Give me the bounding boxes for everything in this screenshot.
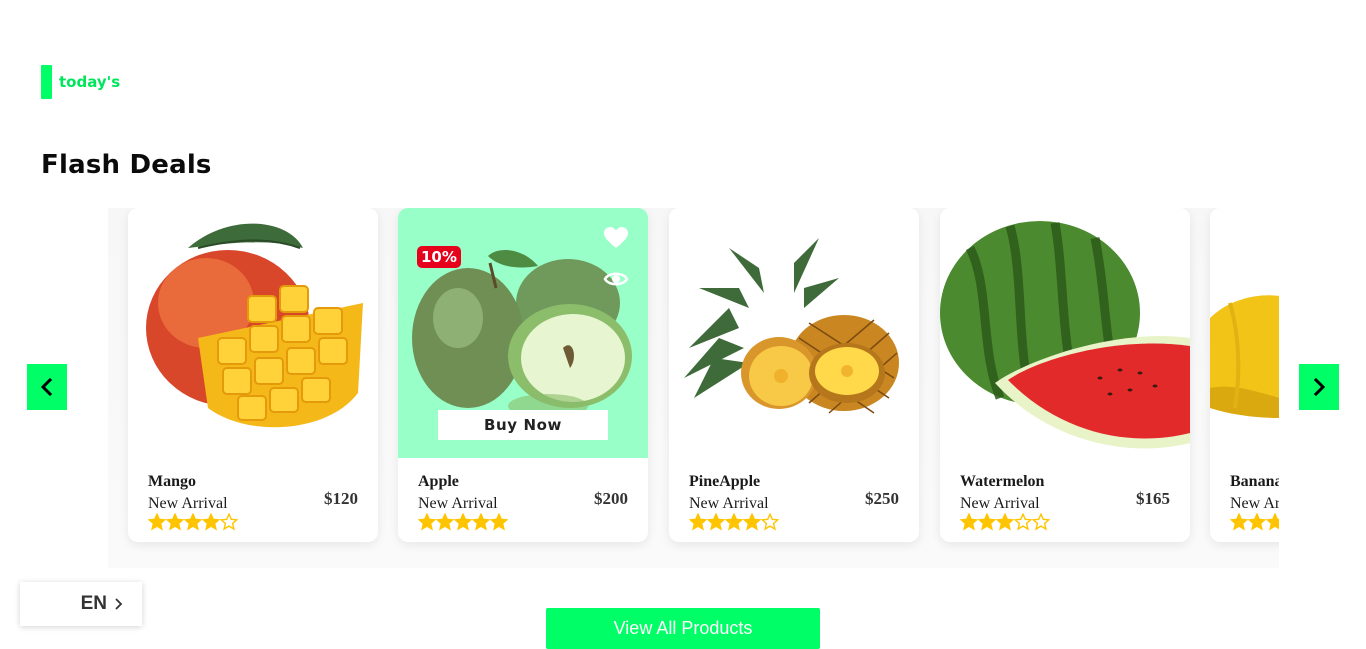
discount-badge: 10%: [417, 246, 461, 268]
product-price: $165: [1136, 489, 1170, 508]
product-info: Banana New Arrival: [1210, 458, 1279, 542]
heart-icon[interactable]: [603, 226, 629, 250]
star-filled-icon: [436, 513, 454, 531]
star-filled-icon: [1266, 513, 1279, 531]
product-rating: [960, 513, 1050, 531]
carousel-next-button[interactable]: [1299, 364, 1339, 410]
pineapple-image: [684, 228, 899, 414]
product-rating: [689, 513, 779, 531]
product-image: [940, 208, 1190, 458]
star-filled-icon: [996, 513, 1014, 531]
product-price: $250: [865, 489, 899, 508]
product-card[interactable]: 10% Buy Now Apple New Arrival $200: [398, 208, 648, 542]
product-image: [669, 208, 919, 458]
star-empty-icon: [1014, 513, 1032, 531]
product-image: [128, 208, 378, 458]
product-info: Apple New Arrival $200: [398, 458, 648, 542]
star-filled-icon: [743, 513, 761, 531]
product-subtitle: New Arrival: [1230, 495, 1279, 512]
star-empty-icon: [761, 513, 779, 531]
section-tag: today's: [41, 65, 120, 99]
mango-image: [146, 223, 363, 428]
watermelon-image: [940, 221, 1190, 449]
star-filled-icon: [166, 513, 184, 531]
star-filled-icon: [418, 513, 436, 531]
star-filled-icon: [472, 513, 490, 531]
language-switcher[interactable]: EN: [20, 582, 142, 626]
product-card[interactable]: PineApple New Arrival $250: [669, 208, 919, 542]
product-card[interactable]: Watermelon New Arrival $165: [940, 208, 1190, 542]
product-rating: [1230, 513, 1279, 531]
banana-image: [1210, 295, 1279, 418]
view-all-products-button[interactable]: View All Products: [546, 608, 820, 649]
product-info: Mango New Arrival $120: [128, 458, 378, 542]
chevron-right-icon: [1313, 377, 1326, 397]
product-image: 10% Buy Now: [398, 208, 648, 458]
language-code: EN: [80, 593, 107, 614]
star-filled-icon: [707, 513, 725, 531]
star-filled-icon: [184, 513, 202, 531]
section-tag-label: today's: [59, 73, 121, 91]
eye-icon[interactable]: [603, 266, 629, 292]
product-name: Banana: [1230, 473, 1279, 490]
buy-now-button[interactable]: Buy Now: [438, 410, 608, 440]
star-filled-icon: [148, 513, 166, 531]
star-filled-icon: [1230, 513, 1248, 531]
product-info: PineApple New Arrival $250: [669, 458, 919, 542]
star-empty-icon: [220, 513, 238, 531]
star-filled-icon: [1248, 513, 1266, 531]
section-title: Flash Deals: [41, 150, 212, 180]
product-card[interactable]: Mango New Arrival $120: [128, 208, 378, 542]
star-filled-icon: [978, 513, 996, 531]
star-filled-icon: [454, 513, 472, 531]
section-tag-bar: [41, 65, 52, 99]
product-rating: [418, 513, 508, 531]
product-rating: [148, 513, 238, 531]
product-carousel: Mango New Arrival $120 10% Buy Now Apple…: [108, 208, 1279, 568]
star-empty-icon: [1032, 513, 1050, 531]
star-filled-icon: [202, 513, 220, 531]
chevron-left-icon: [40, 377, 53, 397]
product-info: Watermelon New Arrival $165: [940, 458, 1190, 542]
star-filled-icon: [490, 513, 508, 531]
carousel-prev-button[interactable]: [27, 364, 67, 410]
product-image: [1210, 208, 1279, 458]
star-filled-icon: [725, 513, 743, 531]
star-filled-icon: [689, 513, 707, 531]
product-card[interactable]: Banana New Arrival: [1210, 208, 1279, 542]
product-price: $200: [594, 489, 628, 508]
product-price: $120: [324, 489, 358, 508]
chevron-right-icon: [115, 598, 123, 610]
star-filled-icon: [960, 513, 978, 531]
